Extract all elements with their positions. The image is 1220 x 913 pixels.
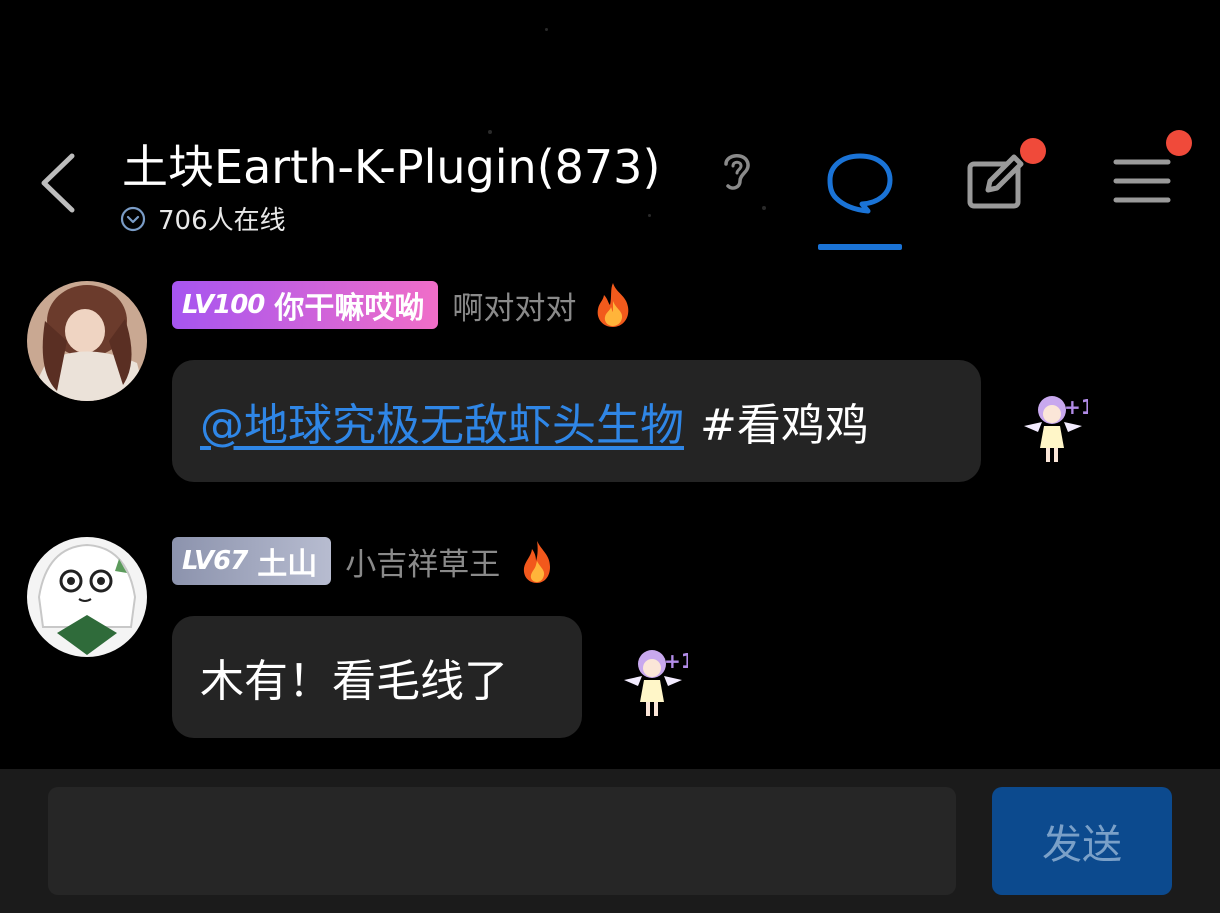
- menu-button[interactable]: [1108, 150, 1178, 210]
- edit-icon: [967, 154, 1024, 209]
- chevron-left-icon: [41, 153, 75, 213]
- back-button[interactable]: [36, 150, 84, 216]
- hamburger-menu-icon: [1113, 159, 1171, 203]
- online-status[interactable]: 706人在线: [120, 200, 286, 237]
- flame-icon: [598, 283, 629, 327]
- badge-title: 你干嘛哎呦: [274, 291, 425, 326]
- menu-notification-dot: [1166, 130, 1192, 156]
- level-label: LV67: [182, 546, 248, 576]
- message-meta: LV67 土山 小吉祥草王: [172, 537, 560, 585]
- level-badge: LV100 你干嘛哎呦: [172, 281, 439, 329]
- message-bubble[interactable]: @地球究极无敌虾头生物 #看鸡鸡: [172, 360, 981, 482]
- tab-chat[interactable]: [818, 148, 902, 252]
- send-button[interactable]: 发送: [992, 787, 1172, 895]
- star-decoration: [545, 28, 548, 31]
- group-chat-screen: 土块Earth-K-Plugin(873) 706人在线 LV100 你干嘛哎呦…: [0, 0, 1220, 913]
- plus-one-label: +1: [664, 649, 688, 673]
- badge-title: 土山: [257, 547, 318, 582]
- user-avatar-image: [27, 537, 147, 657]
- composer-bar: 发送: [0, 769, 1220, 913]
- ear-icon[interactable]: [716, 148, 756, 192]
- avatar[interactable]: [27, 281, 147, 401]
- online-count: 706人在线: [158, 206, 286, 236]
- tab-post[interactable]: [962, 150, 1032, 216]
- message-text: #看鸡鸡: [700, 400, 869, 451]
- post-notification-dot: [1020, 138, 1046, 164]
- star-decoration: [762, 206, 766, 210]
- avatar[interactable]: [27, 537, 147, 657]
- level-label: LV100: [182, 290, 265, 320]
- star-decoration: [488, 130, 492, 134]
- message-input[interactable]: [48, 787, 956, 895]
- mention-link[interactable]: @地球究极无敌虾头生物: [200, 389, 684, 453]
- active-tab-indicator: [818, 244, 902, 250]
- plus-one-sticker-icon: +1: [1024, 395, 1095, 462]
- plus-one-sticker-icon: +1: [624, 649, 695, 716]
- plus-one-label: +1: [1064, 395, 1088, 419]
- message-meta: LV100 你干嘛哎呦 啊对对对: [172, 281, 636, 329]
- username[interactable]: 小吉祥草王: [345, 539, 500, 584]
- chat-bubble-icon: [827, 153, 893, 214]
- plus-one-button[interactable]: +1: [1018, 392, 1095, 468]
- username[interactable]: 啊对对对: [452, 283, 576, 328]
- chevron-down-circle-icon: [120, 206, 146, 231]
- user-avatar-image: [27, 281, 147, 401]
- message-text: 木有！看毛线了: [200, 656, 508, 707]
- message-bubble[interactable]: 木有！看毛线了: [172, 616, 582, 738]
- group-title[interactable]: 土块Earth-K-Plugin(873): [122, 138, 660, 196]
- plus-one-button[interactable]: +1: [618, 646, 695, 722]
- flame-icon: [524, 541, 551, 583]
- level-badge: LV67 土山: [172, 537, 332, 585]
- star-decoration: [648, 214, 651, 217]
